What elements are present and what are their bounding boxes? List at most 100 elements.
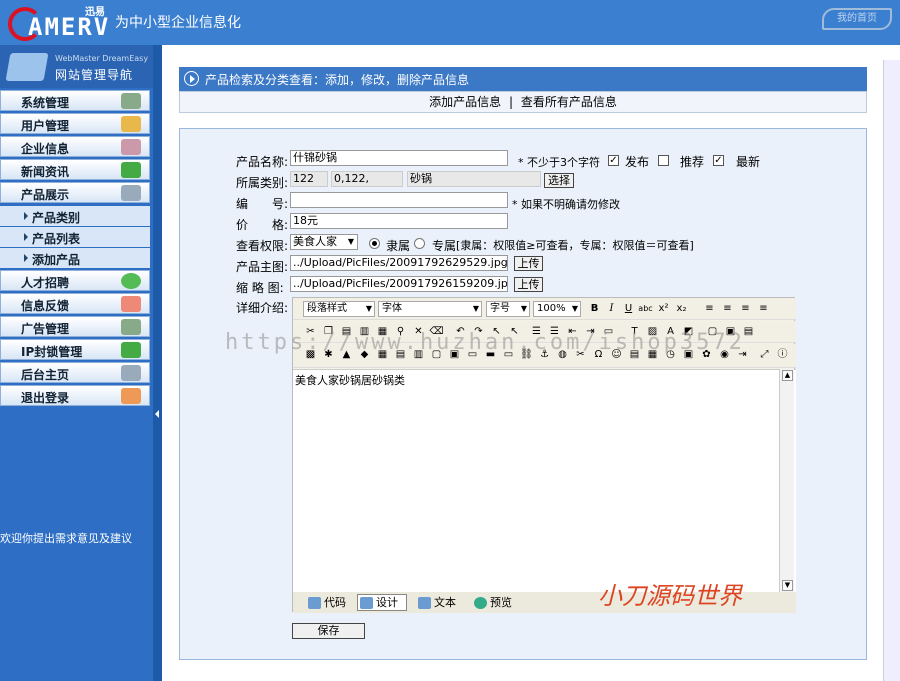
tab-code[interactable]: 代码	[305, 594, 351, 611]
menu-admin-home[interactable]: 后台主页	[0, 362, 150, 383]
menu-ads[interactable]: 广告管理	[0, 316, 150, 337]
menu-recruit[interactable]: 人才招聘	[0, 270, 150, 291]
code-label: 编 号:	[236, 197, 289, 211]
permission-radio-1[interactable]	[369, 238, 380, 249]
page-header: 产品检索及分类查看：添加，修改，删除产品信息	[179, 67, 867, 91]
sidebar: WebMaster DreamEasy 网站管理导航 系统管理 用户管理 企业信…	[0, 45, 153, 681]
underline-icon[interactable]: U	[621, 301, 636, 316]
thumbnail-path-field[interactable]: ../Upload/PicFiles/200917926159209.jpg	[290, 276, 508, 292]
align-justify-icon[interactable]: ≡	[756, 301, 771, 316]
document-icon	[121, 365, 141, 381]
recommend-label: 推荐	[680, 155, 705, 169]
tab-design[interactable]: 设计	[357, 594, 407, 611]
menu-company[interactable]: 企业信息	[0, 136, 150, 157]
bullet-icon	[24, 254, 28, 262]
publish-checkbox[interactable]: ✓	[608, 155, 619, 166]
scroll-down-icon[interactable]: ▼	[782, 580, 793, 591]
tab-label: 文本	[434, 596, 456, 609]
feedback-text: 欢迎你提出需求意见及建议	[0, 532, 132, 545]
zoom-select[interactable]: 100%	[533, 301, 581, 317]
menu-system[interactable]: 系统管理	[0, 90, 150, 111]
upload-image-button[interactable]: 上传	[514, 256, 543, 271]
permission-select[interactable]: 美食人家 ▼	[290, 234, 358, 250]
sidebar-toggle[interactable]	[153, 45, 162, 681]
submenu-add-product[interactable]: 添加产品	[0, 248, 150, 268]
document-icon	[121, 185, 141, 201]
add-product-link[interactable]: 添加产品信息	[429, 95, 501, 109]
upload-thumbnail-button[interactable]: 上传	[514, 277, 543, 292]
price-field[interactable]: 18元	[290, 213, 508, 229]
tab-text[interactable]: 文本	[415, 594, 463, 611]
permission-value: 美食人家	[293, 235, 337, 248]
permission-radio-2[interactable]	[414, 238, 425, 249]
permission-hint: [隶属：权限值≥可查看，专属：权限值＝可查看]	[456, 239, 694, 252]
save-button[interactable]: 保存	[292, 623, 365, 639]
menu-products[interactable]: 产品展示	[0, 182, 150, 203]
permission-label: 查看权限:	[236, 239, 289, 253]
align-center-icon[interactable]: ≡	[720, 301, 735, 316]
link-separator: |	[508, 95, 514, 109]
editor-content[interactable]: 美食人家砂锅居砂锅类	[293, 369, 796, 592]
subscript-icon[interactable]: x₂	[674, 301, 689, 316]
menu-feedback[interactable]: 信息反馈	[0, 293, 150, 314]
italic-icon[interactable]: I	[604, 301, 619, 316]
thumbnail-label: 缩 略 图:	[236, 281, 284, 295]
bullet-icon	[24, 233, 28, 241]
menu-label: 退出登录	[21, 391, 70, 405]
select-category-button[interactable]: 选择	[544, 173, 574, 188]
home-link[interactable]: 我的首页	[822, 8, 892, 30]
collapse-icon	[155, 410, 159, 418]
image-label: 产品主图:	[236, 260, 289, 274]
name-field[interactable]: 什锦砂锅	[290, 150, 508, 166]
scroll-up-icon[interactable]: ▲	[782, 370, 793, 381]
code-field[interactable]	[290, 192, 508, 208]
image-path-field[interactable]: ../Upload/PicFiles/20091792629529.jpg	[290, 255, 508, 271]
refresh-icon	[121, 162, 141, 178]
align-right-icon[interactable]: ≡	[738, 301, 753, 316]
latest-checkbox[interactable]: ✓	[713, 155, 724, 166]
action-links: 添加产品信息 | 查看所有产品信息	[179, 91, 867, 113]
users-icon	[121, 116, 141, 132]
view-products-link[interactable]: 查看所有产品信息	[521, 95, 617, 109]
text-icon	[418, 597, 431, 609]
strikethrough-icon[interactable]: abc	[638, 301, 653, 316]
price-label: 价 格:	[236, 218, 289, 232]
menu-users[interactable]: 用户管理	[0, 113, 150, 134]
submenu-label: 产品类别	[32, 211, 81, 225]
editor-scrollbar[interactable]: ▲ ▼	[779, 369, 794, 592]
submenu-label: 添加产品	[32, 253, 81, 267]
code-icon	[308, 597, 321, 609]
menu-label: 广告管理	[21, 322, 70, 336]
align-left-icon[interactable]: ≡	[702, 301, 717, 316]
exit-icon	[121, 388, 141, 404]
category-id-field: 122	[290, 171, 328, 187]
font-select[interactable]: 字体	[378, 301, 482, 317]
nav-header: WebMaster DreamEasy 网站管理导航	[0, 45, 153, 88]
nav-subtitle: WebMaster DreamEasy	[55, 54, 149, 63]
detail-label: 详细介绍:	[236, 301, 289, 315]
menu-label: IP封锁管理	[21, 345, 83, 359]
logo: AMERV 迅易	[8, 5, 108, 41]
bold-icon[interactable]: B	[587, 301, 602, 316]
paragraph-style-select[interactable]: 段落样式	[303, 301, 375, 317]
tab-preview[interactable]: 预览	[471, 594, 521, 611]
menu-logout[interactable]: 退出登录	[0, 385, 150, 406]
latest-label: 最新	[736, 155, 761, 169]
recommend-checkbox[interactable]	[658, 155, 669, 166]
about-icon[interactable]: ⓘ	[775, 347, 790, 362]
page-title: 产品检索及分类查看：添加，修改，删除产品信息	[205, 73, 470, 87]
submenu-product-category[interactable]: 产品类别	[0, 206, 150, 226]
font-size-select[interactable]: 字号	[486, 301, 530, 317]
tab-label: 预览	[490, 596, 512, 609]
menu-news[interactable]: 新闻资讯	[0, 159, 150, 180]
go-icon	[121, 273, 141, 289]
menu-label: 产品展示	[21, 188, 70, 202]
page-scrollbar[interactable]	[883, 60, 900, 681]
maximize-icon[interactable]: ⤢	[757, 347, 772, 362]
submenu-product-list[interactable]: 产品列表	[0, 227, 150, 247]
menu-label: 后台主页	[21, 368, 70, 382]
menu-ip-block[interactable]: IP封锁管理	[0, 339, 150, 360]
superscript-icon[interactable]: x²	[656, 301, 671, 316]
person-icon	[121, 296, 141, 312]
menu-label: 信息反馈	[21, 299, 70, 313]
